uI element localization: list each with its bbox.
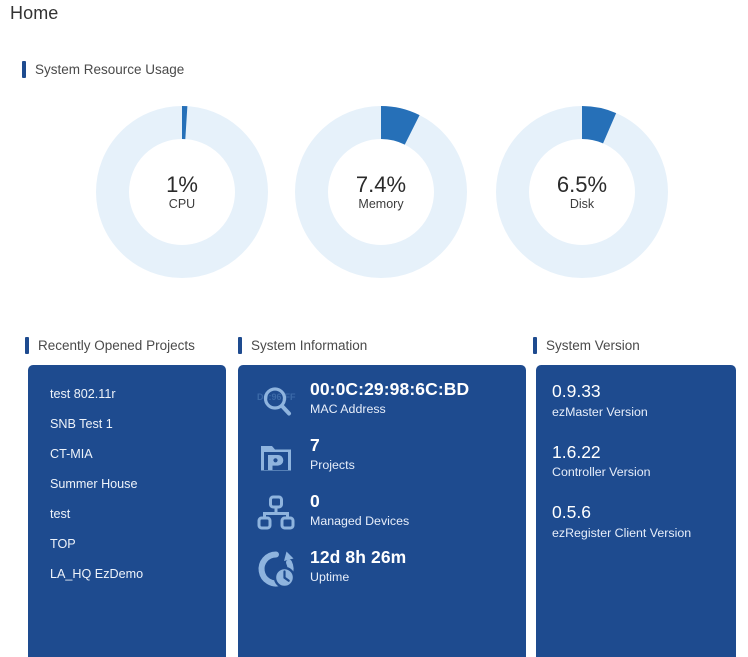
uptime-icon xyxy=(256,549,296,589)
system-information-row: 12d 8h 26m Uptime xyxy=(238,547,526,589)
section-header-system-information: System Information xyxy=(238,337,367,354)
project-list-item[interactable]: Summer House xyxy=(28,469,226,499)
donut-chart-disk: 6.5% Disk xyxy=(496,106,668,278)
system-version-row: 0.5.6 ezRegister Client Version xyxy=(552,502,736,542)
donut-center-memory: 7.4% Memory xyxy=(295,106,467,278)
section-header-recently-opened-projects: Recently Opened Projects xyxy=(25,337,195,354)
section-title: System Version xyxy=(546,338,640,353)
system-information-value: 0 xyxy=(310,491,320,511)
system-information-value: 00:0C:29:98:6C:BD xyxy=(310,379,470,399)
projects-folder-icon xyxy=(256,437,296,477)
donut-value-disk: 6.5% xyxy=(556,171,608,197)
system-version-label: ezMaster Version xyxy=(552,404,648,419)
page-title: Home xyxy=(10,3,59,23)
system-information-row: D0:96:FF 00:0C:29:98:6C:BD MAC Address xyxy=(238,379,526,421)
section-title: Recently Opened Projects xyxy=(38,338,195,353)
system-information-label: Projects xyxy=(310,458,355,473)
system-information-label: Uptime xyxy=(310,570,350,585)
home-dashboard: Home System Resource Usage 1% CPU 7.4% M xyxy=(0,0,748,657)
section-title: System Information xyxy=(251,338,368,353)
managed-devices-icon xyxy=(256,493,296,533)
svg-text:D0:96:FF: D0:96:FF xyxy=(257,392,296,402)
system-version-value: 1.6.22 xyxy=(552,441,601,462)
donut-chart-memory: 7.4% Memory xyxy=(295,106,467,278)
system-version-rows: 0.9.33 ezMaster Version 1.6.22 Controller V… xyxy=(536,365,736,542)
donut-center-disk: 6.5% Disk xyxy=(496,106,668,278)
system-information-row: 0 Managed Devices xyxy=(238,491,526,533)
project-list-item[interactable]: CT-MIA xyxy=(28,439,226,469)
donut-center-cpu: 1% CPU xyxy=(96,106,268,278)
project-list-item[interactable]: TOP xyxy=(28,529,226,559)
system-information-value: 7 xyxy=(310,435,320,455)
resource-donut-row: 1% CPU 7.4% Memory 6.5% Disk xyxy=(0,92,748,292)
donut-value-memory: 7.4% xyxy=(355,171,407,197)
system-information-rows: D0:96:FF 00:0C:29:98:6C:BD MAC Address 7 Pro… xyxy=(238,379,526,589)
system-version-row: 0.9.33 ezMaster Version xyxy=(552,381,736,421)
donut-value-cpu: 1% xyxy=(166,171,198,197)
system-information-panel: D0:96:FF 00:0C:29:98:6C:BD MAC Address 7 Pro… xyxy=(238,365,526,657)
donut-label-memory: Memory xyxy=(358,196,404,211)
mac-address-icon: D0:96:FF xyxy=(256,381,296,421)
section-accent-bar xyxy=(533,337,537,354)
section-accent-bar xyxy=(22,61,26,78)
donut-label-cpu: CPU xyxy=(168,196,196,211)
section-accent-bar xyxy=(238,337,242,354)
donut-label-disk: Disk xyxy=(569,196,595,211)
system-version-label: Controller Version xyxy=(552,465,651,480)
project-list-item[interactable]: LA_HQ EzDemo xyxy=(28,559,226,589)
system-version-panel: 0.9.33 ezMaster Version 1.6.22 Controller V… xyxy=(536,365,736,657)
project-list-item[interactable]: test xyxy=(28,499,226,529)
donut-chart-cpu: 1% CPU xyxy=(96,106,268,278)
section-title: System Resource Usage xyxy=(35,62,185,77)
system-information-row: 7 Projects xyxy=(238,435,526,477)
section-header-system-version: System Version xyxy=(533,337,640,354)
recently-opened-projects-panel: test 802.11r SNB Test 1 CT-MIA Summer House… xyxy=(28,365,226,657)
system-version-row: 1.6.22 Controller Version xyxy=(552,442,736,482)
system-information-label: MAC Address xyxy=(310,402,386,417)
project-list-item[interactable]: SNB Test 1 xyxy=(28,409,226,439)
system-information-value: 12d 8h 26m xyxy=(310,547,407,567)
section-header-system-resource-usage: System Resource Usage xyxy=(22,61,184,78)
system-version-value: 0.5.6 xyxy=(552,502,591,523)
project-list-item[interactable]: test 802.11r xyxy=(28,379,226,409)
recently-opened-projects-list: test 802.11r SNB Test 1 CT-MIA Summer House… xyxy=(28,365,226,589)
system-version-label: ezRegister Client Version xyxy=(552,526,692,541)
system-information-label: Managed Devices xyxy=(310,514,410,529)
system-version-value: 0.9.33 xyxy=(552,381,601,401)
section-accent-bar xyxy=(25,337,29,354)
